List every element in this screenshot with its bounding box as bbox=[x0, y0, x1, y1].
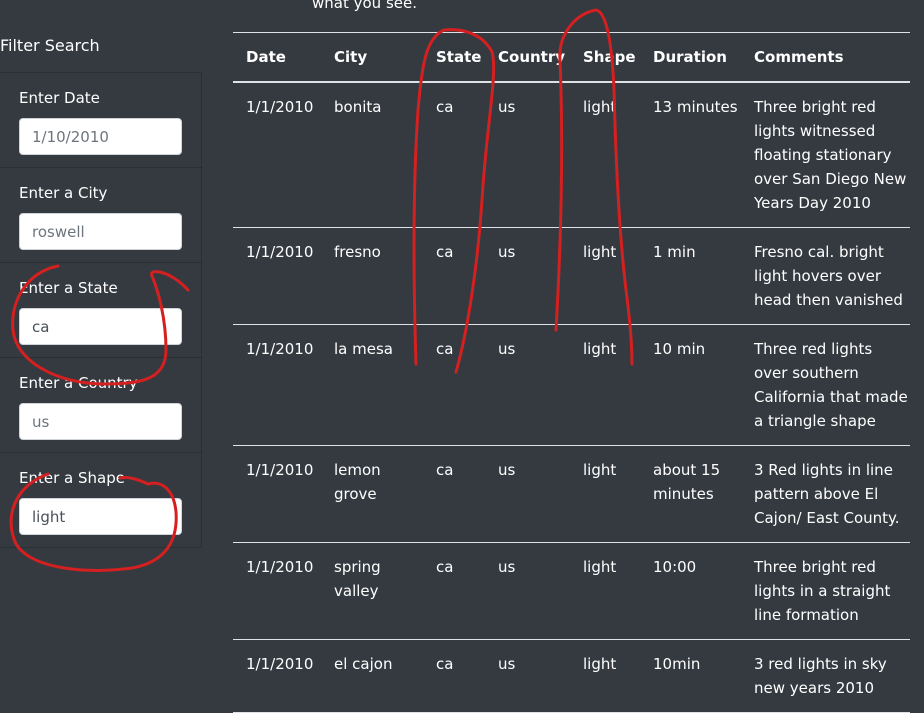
cell-country: us bbox=[485, 445, 570, 543]
shape-input[interactable] bbox=[19, 498, 182, 535]
cell-shape: light bbox=[570, 324, 640, 446]
table-row: 1/1/2010 el cajon ca us light 10min 3 re… bbox=[233, 639, 910, 713]
cell-duration: about 15 minutes bbox=[640, 445, 741, 543]
cell-comments: 3 Red lights in line pattern above El Ca… bbox=[741, 445, 910, 543]
cell-comments: Three bright red lights in a straight li… bbox=[741, 542, 910, 640]
cell-shape: light bbox=[570, 82, 640, 228]
cell-shape: light bbox=[570, 227, 640, 325]
cell-shape: light bbox=[570, 445, 640, 543]
table-row: 1/1/2010 spring valley ca us light 10:00… bbox=[233, 542, 910, 640]
cell-duration: 10min bbox=[640, 639, 741, 713]
header-duration[interactable]: Duration bbox=[640, 32, 741, 83]
state-input[interactable] bbox=[19, 308, 182, 345]
table-row: 1/1/2010 bonita ca us light 13 minutes T… bbox=[233, 82, 910, 228]
cell-date: 1/1/2010 bbox=[233, 227, 321, 325]
filter-item-city: Enter a City bbox=[0, 168, 202, 263]
cell-country: us bbox=[485, 542, 570, 640]
cell-country: us bbox=[485, 639, 570, 713]
date-input[interactable] bbox=[19, 118, 182, 155]
country-input[interactable] bbox=[19, 403, 182, 440]
table-row: 1/1/2010 lemon grove ca us light about 1… bbox=[233, 445, 910, 543]
cell-shape: light bbox=[570, 639, 640, 713]
table-row: 1/1/2010 la mesa ca us light 10 min Thre… bbox=[233, 324, 910, 446]
filter-item-date: Enter Date bbox=[0, 73, 202, 168]
cell-date: 1/1/2010 bbox=[233, 82, 321, 228]
intro-text: what you see. bbox=[312, 0, 417, 12]
header-date[interactable]: Date bbox=[233, 32, 321, 83]
cell-date: 1/1/2010 bbox=[233, 639, 321, 713]
cell-city: el cajon bbox=[321, 639, 423, 713]
cell-duration: 13 minutes bbox=[640, 82, 741, 228]
table-row: 1/1/2010 fresno ca us light 1 min Fresno… bbox=[233, 227, 910, 325]
filter-item-shape: Enter a Shape bbox=[0, 453, 202, 548]
city-input[interactable] bbox=[19, 213, 182, 250]
cell-duration: 10 min bbox=[640, 324, 741, 446]
cell-comments: Fresno cal. bright light hovers over hea… bbox=[741, 227, 910, 325]
cell-shape: light bbox=[570, 542, 640, 640]
cell-city: spring valley bbox=[321, 542, 423, 640]
table-header-row: Date City State Country Shape Duration C… bbox=[233, 32, 910, 83]
filter-list: Enter Date Enter a City Enter a State En… bbox=[0, 72, 202, 548]
cell-state: ca bbox=[423, 639, 485, 713]
cell-country: us bbox=[485, 82, 570, 228]
cell-country: us bbox=[485, 227, 570, 325]
date-label: Enter Date bbox=[19, 89, 100, 107]
cell-date: 1/1/2010 bbox=[233, 445, 321, 543]
cell-state: ca bbox=[423, 227, 485, 325]
shape-label: Enter a Shape bbox=[19, 469, 125, 487]
header-state[interactable]: State bbox=[423, 32, 485, 83]
ufo-sightings-table: Date City State Country Shape Duration C… bbox=[233, 32, 910, 713]
cell-country: us bbox=[485, 324, 570, 446]
cell-city: la mesa bbox=[321, 324, 423, 446]
cell-date: 1/1/2010 bbox=[233, 324, 321, 446]
state-label: Enter a State bbox=[19, 279, 118, 297]
cell-city: lemon grove bbox=[321, 445, 423, 543]
header-city[interactable]: City bbox=[321, 32, 423, 83]
cell-state: ca bbox=[423, 445, 485, 543]
cell-state: ca bbox=[423, 542, 485, 640]
ufo-table-container: Date City State Country Shape Duration C… bbox=[233, 32, 910, 713]
city-label: Enter a City bbox=[19, 184, 108, 202]
header-comments[interactable]: Comments bbox=[741, 32, 910, 83]
filter-item-state: Enter a State bbox=[0, 263, 202, 358]
cell-comments: 3 red lights in sky new years 2010 bbox=[741, 639, 910, 713]
cell-state: ca bbox=[423, 324, 485, 446]
cell-date: 1/1/2010 bbox=[233, 542, 321, 640]
cell-duration: 10:00 bbox=[640, 542, 741, 640]
cell-comments: Three bright red lights witnessed floati… bbox=[741, 82, 910, 228]
filter-title: Filter Search bbox=[0, 36, 100, 55]
cell-duration: 1 min bbox=[640, 227, 741, 325]
filter-item-country: Enter a Country bbox=[0, 358, 202, 453]
header-country[interactable]: Country bbox=[485, 32, 570, 83]
cell-comments: Three red lights over southern Californi… bbox=[741, 324, 910, 446]
header-shape[interactable]: Shape bbox=[570, 32, 640, 83]
cell-city: bonita bbox=[321, 82, 423, 228]
filter-sidebar: Filter Search Enter Date Enter a City En… bbox=[0, 0, 210, 700]
country-label: Enter a Country bbox=[19, 374, 138, 392]
cell-state: ca bbox=[423, 82, 485, 228]
cell-city: fresno bbox=[321, 227, 423, 325]
